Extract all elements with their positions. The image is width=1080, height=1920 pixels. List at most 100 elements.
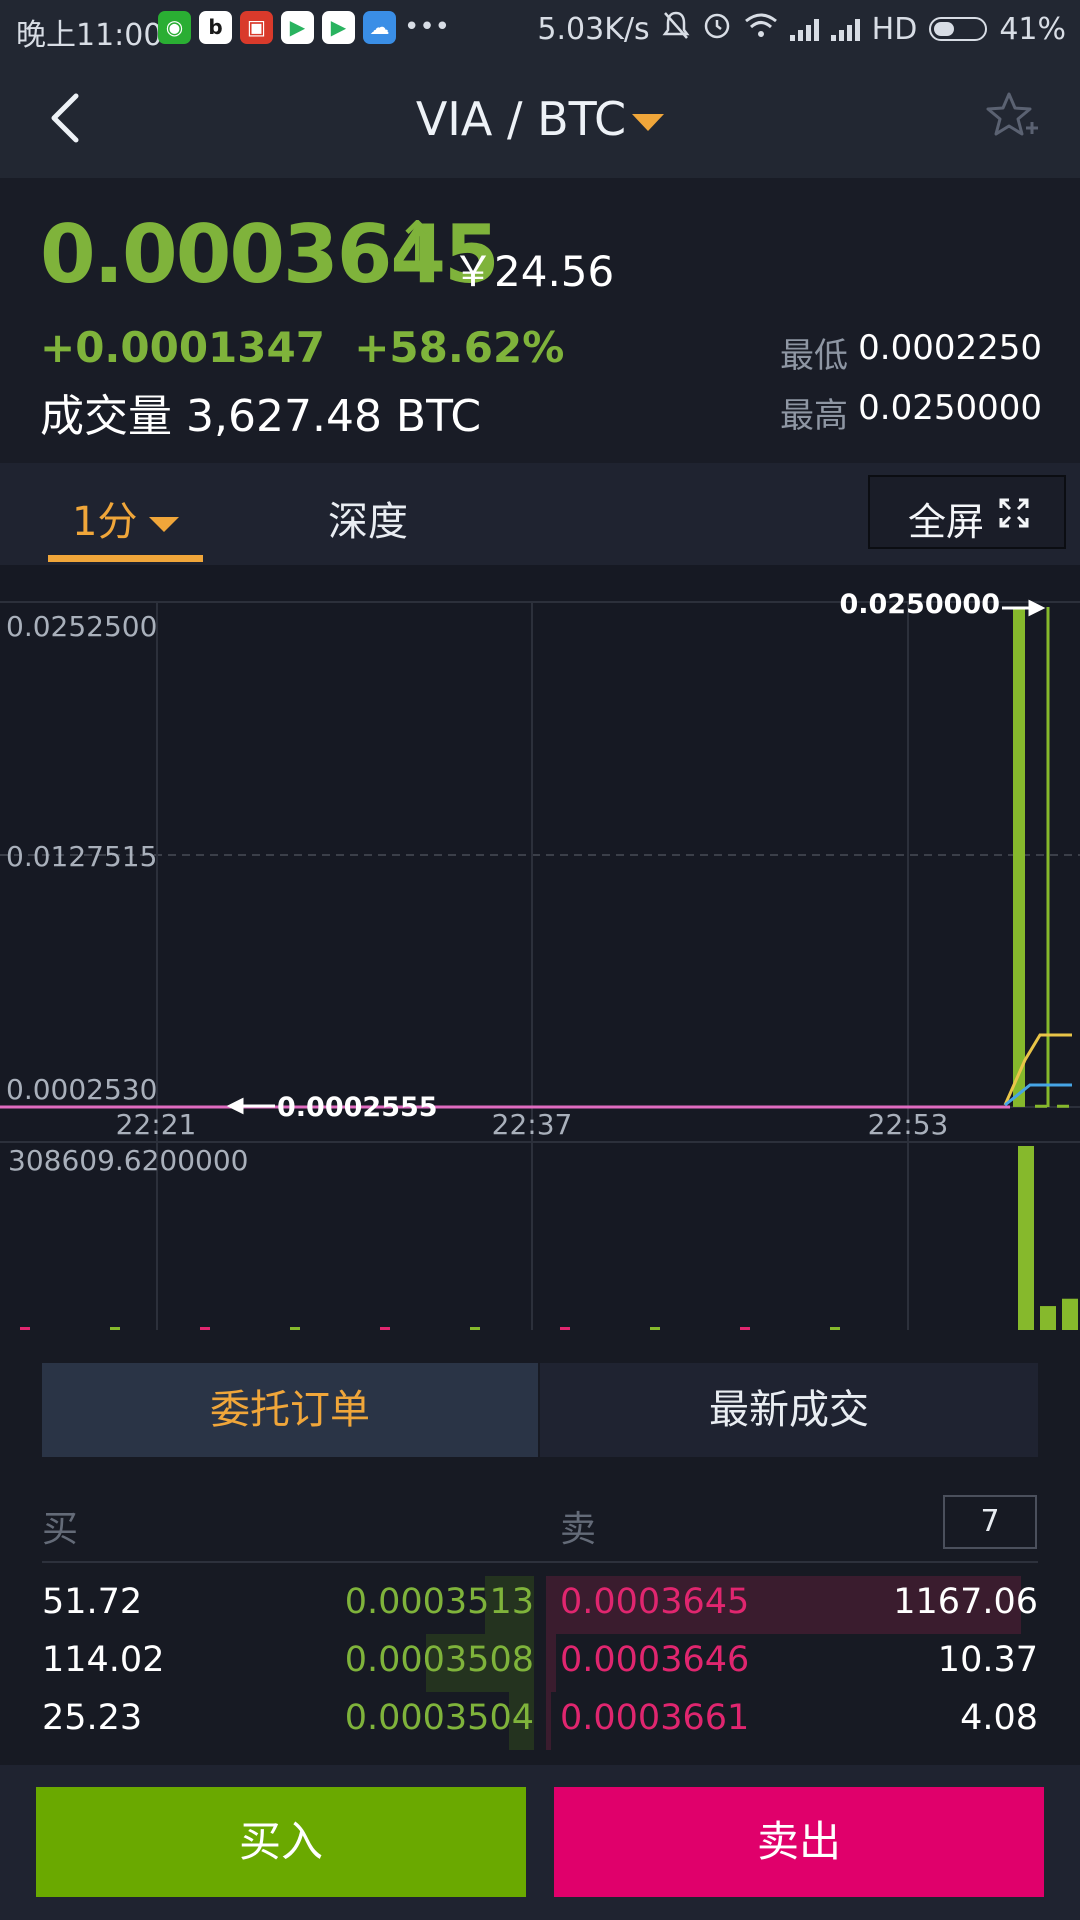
ask-depth-bar	[546, 1692, 551, 1750]
net-speed: 5.03K/s	[537, 11, 650, 47]
volume-bar	[830, 1327, 840, 1330]
tab-order-book[interactable]: 委托订单	[42, 1363, 538, 1457]
fullscreen-button[interactable]: 全屏	[868, 475, 1066, 549]
status-bar: 晚上11:00 ◉ b ▣ ▶ ▶ ☁ ••• 5.03K/s HD 41%	[0, 0, 1080, 58]
tab-depth[interactable]: 深度	[328, 489, 408, 547]
volume-bar	[470, 1327, 480, 1330]
volume-bar	[1040, 1306, 1056, 1330]
tv-app-icon: ▣	[240, 11, 273, 44]
dropdown-caret-icon	[632, 114, 665, 131]
ticker-panel: 0.0003645 ↑ ￥24.56 +0.0001347 +58.62% 成交…	[0, 178, 1080, 463]
bid-qty: 51.72	[42, 1582, 143, 1622]
cny-price: ￥24.56	[452, 247, 615, 296]
wechat-icon: ◉	[158, 11, 191, 44]
price-change: +0.0001347 +58.62%	[40, 323, 564, 372]
notification-icons: ◉ b ▣ ▶ ▶ ☁ •••	[158, 11, 450, 44]
volume-bar	[1062, 1298, 1078, 1330]
volume-bar	[290, 1327, 300, 1330]
volume-bar	[1018, 1146, 1034, 1330]
price-up-arrow: ↑	[394, 210, 441, 275]
play-icon: ▶	[281, 11, 314, 44]
book-row[interactable]: 114.02 0.0003508 0.0003646 10.37	[0, 1634, 1080, 1692]
b-app-icon: b	[199, 11, 232, 44]
tab-interval[interactable]: 1分	[72, 489, 180, 547]
wifi-icon	[744, 11, 778, 47]
star-add-icon	[986, 92, 1038, 136]
y-tick-bottom: 0.0002530	[6, 1073, 157, 1106]
fullscreen-label: 全屏	[908, 500, 985, 544]
order-tabs: 委托订单 最新成交	[42, 1363, 1038, 1457]
high-label: 最高	[780, 396, 848, 436]
volume-bar	[560, 1327, 570, 1330]
book-row[interactable]: 25.23 0.0003504 0.0003661 4.08	[0, 1692, 1080, 1750]
x-tick-2: 22:37	[492, 1108, 573, 1141]
bid-price: 0.0003508	[344, 1640, 534, 1680]
price-candle	[1013, 607, 1025, 1107]
chart-background	[0, 565, 1080, 1330]
y-tick-mid: 0.0127515	[6, 840, 157, 873]
buy-column-label: 买	[42, 1509, 79, 1550]
depth-selector[interactable]: 7	[943, 1495, 1037, 1549]
pair-selector[interactable]: VIA / BTC	[0, 92, 1080, 146]
buy-button[interactable]: 买入	[36, 1787, 526, 1897]
status-right: 5.03K/s HD 41%	[537, 10, 1066, 48]
expand-icon	[999, 498, 1029, 528]
chart-tabs: 1分 深度 全屏	[0, 463, 1080, 565]
min-price-marker: 0.0002555	[277, 1092, 438, 1123]
volume: 成交量 3,627.48 BTC	[40, 380, 481, 444]
volume-bar	[200, 1327, 210, 1330]
ask-qty: 1167.06	[893, 1582, 1038, 1622]
ask-price: 0.0003645	[560, 1582, 750, 1622]
volume-bar	[380, 1327, 390, 1330]
sell-column-label: 卖	[560, 1509, 597, 1550]
volume-bar	[650, 1327, 660, 1330]
ask-qty: 4.08	[960, 1698, 1038, 1738]
alarm-icon	[702, 10, 732, 48]
nav-bar: VIA / BTC	[0, 58, 1080, 178]
price-candle	[1057, 1104, 1069, 1108]
volume-label: 成交量	[40, 391, 172, 442]
interval-label: 1分	[72, 499, 138, 545]
active-tab-indicator	[48, 555, 203, 562]
ask-qty: 10.37	[937, 1640, 1038, 1680]
bid-price: 0.0003513	[344, 1582, 534, 1622]
tab-latest-trades[interactable]: 最新成交	[540, 1363, 1038, 1457]
battery-icon	[929, 17, 988, 41]
volume-value: 3,627.48 BTC	[186, 391, 482, 442]
book-row[interactable]: 51.72 0.0003513 0.0003645 1167.06	[0, 1576, 1080, 1634]
more-notifications: •••	[404, 12, 451, 42]
volume-bar	[110, 1327, 120, 1330]
pair-title: VIA / BTC	[415, 92, 627, 146]
signal-icon-2	[830, 17, 860, 41]
bid-price: 0.0003504	[344, 1698, 534, 1738]
change-pct: +58.62%	[354, 323, 565, 372]
bid-qty: 25.23	[42, 1698, 143, 1738]
x-tick-1: 22:21	[116, 1108, 197, 1141]
x-tick-3: 22:53	[868, 1108, 949, 1141]
price-chart[interactable]: 0.0252500 0.0127515 0.0002530 22:21 22:3…	[0, 565, 1080, 1330]
order-book: 51.72 0.0003513 0.0003645 1167.06 114.02…	[0, 1576, 1080, 1756]
favorite-button[interactable]	[982, 88, 1042, 148]
volume-bar	[740, 1327, 750, 1330]
change-abs: +0.0001347	[40, 323, 325, 372]
max-price-marker: 0.0250000	[839, 589, 1000, 620]
volume-max-label: 308609.6200000	[8, 1144, 249, 1177]
hd-label: HD	[871, 11, 918, 47]
volume-bar	[20, 1327, 30, 1330]
high-value: 0.0250000	[858, 388, 1042, 428]
signal-icon-1	[789, 17, 819, 41]
play-store-icon: ▶	[322, 11, 355, 44]
ask-price: 0.0003646	[560, 1640, 750, 1680]
low-label: 最低	[780, 336, 848, 376]
price-candle	[1035, 1104, 1047, 1108]
y-tick-top: 0.0252500	[6, 610, 157, 643]
battery-fill	[934, 22, 955, 36]
mute-bell-icon	[662, 10, 690, 48]
bid-qty: 114.02	[42, 1640, 165, 1680]
status-time: 晚上11:00	[16, 18, 163, 53]
action-bar: 买入 卖出	[0, 1765, 1080, 1920]
ask-depth-bar	[546, 1634, 556, 1692]
battery-percent: 41%	[999, 11, 1066, 47]
book-divider	[42, 1561, 1038, 1563]
sell-button[interactable]: 卖出	[554, 1787, 1044, 1897]
